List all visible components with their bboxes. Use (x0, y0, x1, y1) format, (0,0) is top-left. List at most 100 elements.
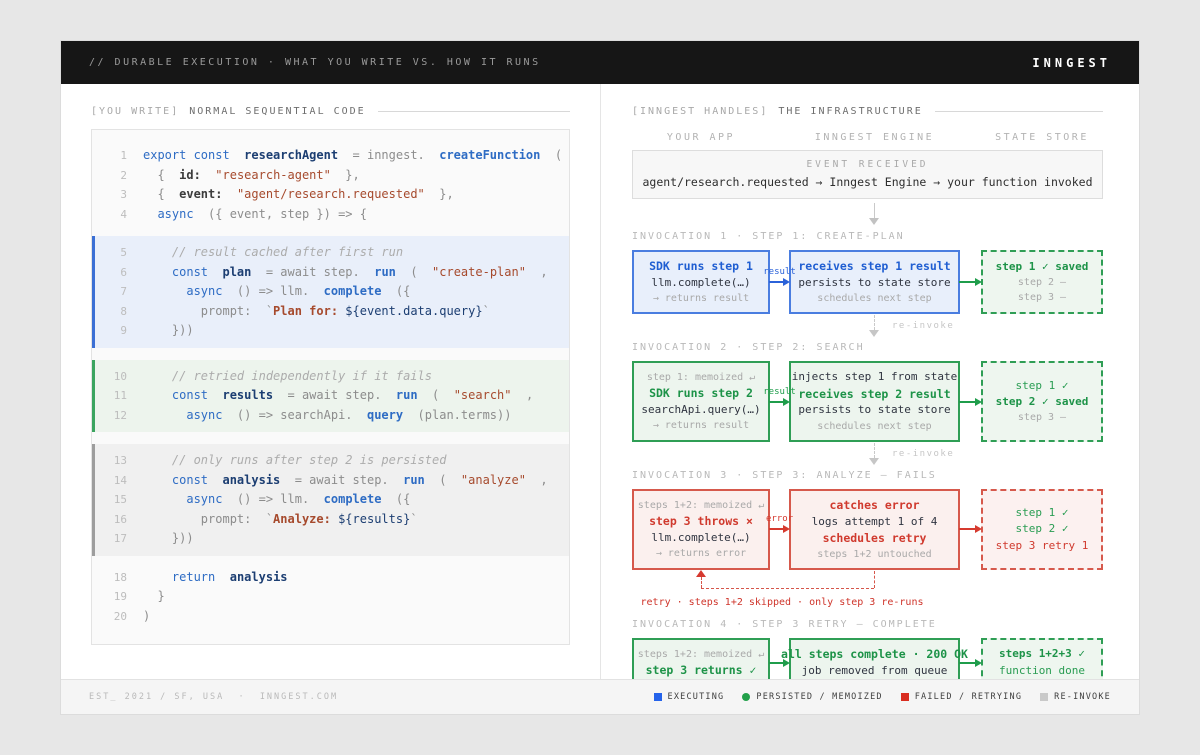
engine-box: receives step 1 result persists to state … (789, 250, 960, 314)
retry-line-up (701, 577, 702, 588)
code-line: 7 async () => llm. complete ({ (95, 282, 569, 302)
arrow-up-icon (696, 570, 706, 577)
line-number: 6 (95, 263, 127, 283)
code-text: return analysis (143, 568, 288, 588)
engine-box: catches errorlogs attempt 1 of 4schedule… (789, 489, 960, 570)
brand-logo: INNGEST (1032, 56, 1111, 70)
code-text: })) (143, 321, 194, 341)
legend-label: FAILED / RETRYING (915, 692, 1022, 702)
arrow-label: result (763, 267, 796, 277)
box-line: step 3 retry 1 (996, 539, 1089, 553)
box-line: injects step 1 from state (792, 370, 958, 384)
left-panel-header: [YOU WRITE] NORMAL SEQUENTIAL CODE (91, 106, 570, 117)
box-line: persists to state store (798, 276, 950, 290)
code-block-blue: 5 // result cached after first run 6 cons… (92, 236, 569, 348)
header-rule (935, 111, 1103, 112)
arrow-right-icon (783, 525, 790, 533)
legend: EXECUTINGPERSISTED / MEMOIZEDFAILED / RE… (654, 692, 1111, 702)
code-text: })) (143, 529, 194, 549)
code-line: 9 })) (95, 321, 569, 341)
retry-label: retry · steps 1+2 skipped · only step 3 … (632, 597, 932, 608)
legend-item: FAILED / RETRYING (901, 692, 1022, 702)
column-header-state-store: STATE STORE (981, 132, 1103, 143)
line-number: 17 (95, 529, 127, 549)
legend-swatch (901, 693, 909, 701)
box-line: steps 1+2 untouched (817, 548, 931, 561)
retry-loop: retry · steps 1+2 skipped · only step 3 … (632, 570, 1103, 618)
box-line: searchApi.query(…) (641, 403, 760, 417)
legend-swatch (1040, 693, 1048, 701)
header-rule (378, 111, 570, 112)
code-line: 2 { id: "research-agent" }, (95, 166, 569, 186)
left-panel-tag: [YOU WRITE] (91, 106, 179, 117)
footer-meta: EST_ 2021 / SF, USA · INNGEST.COM (89, 692, 338, 702)
box-line: schedules retry (823, 531, 927, 546)
box-line: receives step 1 result (798, 259, 950, 274)
box-line: job removed from queue (802, 664, 948, 678)
event-connector-line (874, 203, 875, 218)
arrow-right-icon (975, 659, 982, 667)
arrow-right-icon (783, 398, 790, 406)
line-number: 15 (95, 490, 127, 510)
arrow-down-icon (869, 458, 879, 465)
retry-line-across (701, 588, 874, 589)
line-number: 4 (95, 205, 127, 225)
state-box: step 1 ✓step 2 ✓ savedstep 3 – (981, 361, 1103, 442)
left-panel-title: NORMAL SEQUENTIAL CODE (189, 106, 365, 117)
arrow-down-icon (869, 330, 879, 337)
box-line: schedules next step (817, 420, 931, 433)
app-box: SDK runs step 1llm.complete(…)→ returns … (632, 250, 770, 314)
box-line: → returns result (653, 292, 749, 305)
line-number: 13 (95, 451, 127, 471)
code-text: // only runs after step 2 is persisted (143, 451, 446, 471)
code-line: 20) (95, 607, 569, 627)
box-line: step 1 ✓ (1016, 506, 1069, 520)
state-box: step 1 ✓ savedstep 2 –step 3 – (981, 250, 1103, 314)
line-number: 5 (95, 243, 127, 263)
diagram-rows: INVOCATION 1 · STEP 1: CREATE-PLAN SDK ru… (632, 231, 1103, 687)
box-line: step 1 ✓ (1016, 379, 1069, 393)
code-text: // result cached after first run (143, 243, 403, 263)
page-card: // DURABLE EXECUTION · WHAT YOU WRITE VS… (60, 40, 1140, 715)
box-line: catches error (829, 498, 919, 513)
code-text: async () => llm. complete ({ (143, 490, 410, 510)
state-box: step 1 ✓ step 2 ✓ step 3 retry 1 (981, 489, 1103, 570)
box-line: step 2 ✓ (1016, 522, 1069, 536)
right-panel-header: [INNGEST HANDLES] THE INFRASTRUCTURE (632, 106, 1103, 117)
code-line: 8 prompt: `Plan for: ${event.data.query}… (95, 302, 569, 322)
arrow-right-icon (783, 659, 790, 667)
reinvoke-line (874, 443, 875, 458)
code-text: const plan = await step. run ( "create-p… (143, 263, 548, 283)
code-text: const results = await step. run ( "searc… (143, 386, 533, 406)
arrow-right-icon (975, 398, 982, 406)
box-line: receives step 2 result (798, 387, 950, 402)
legend-label: RE-INVOKE (1054, 692, 1111, 702)
invocation-label-1: INVOCATION 1 · STEP 1: CREATE-PLAN (632, 231, 1103, 242)
invocation-row-2: step 1: memoized ↵SDK runs step 2searchA… (632, 361, 1103, 442)
code-text: { id: "research-agent" }, (143, 166, 360, 186)
code-line: 10 // retried independently if it fails (95, 367, 569, 387)
legend-swatch (654, 693, 662, 701)
box-line: all steps complete · 200 OK (781, 647, 968, 662)
code-line: 19 } (95, 587, 569, 607)
code-text: export const researchAgent = inngest. cr… (143, 146, 562, 166)
retry-line-down (874, 571, 875, 588)
arrow-down-icon (869, 218, 879, 225)
line-number: 12 (95, 406, 127, 426)
code-line: 18 return analysis (95, 568, 569, 588)
arrow-right-icon (975, 525, 982, 533)
legend-item: RE-INVOKE (1040, 692, 1111, 702)
invocation-row-1: SDK runs step 1llm.complete(…)→ returns … (632, 250, 1103, 314)
header-title: // DURABLE EXECUTION · WHAT YOU WRITE VS… (89, 57, 541, 68)
line-number: 20 (95, 607, 127, 627)
code-text: const analysis = await step. run ( "anal… (143, 471, 548, 491)
arrow-right-icon (783, 278, 790, 286)
code-text: } (143, 587, 165, 607)
box-line: steps 1+2: memoized ↵ (638, 499, 764, 512)
invocation-label-4: INVOCATION 4 · STEP 3 RETRY — COMPLETE (632, 619, 1103, 630)
code-line: 11 const results = await step. run ( "se… (95, 386, 569, 406)
header-bar: // DURABLE EXECUTION · WHAT YOU WRITE VS… (61, 41, 1139, 84)
right-panel: [INNGEST HANDLES] THE INFRASTRUCTURE YOU… (601, 84, 1139, 680)
event-box-line: agent/research.requested → Inngest Engin… (633, 175, 1102, 189)
box-line: steps 1+2+3 ✓ (999, 647, 1085, 661)
